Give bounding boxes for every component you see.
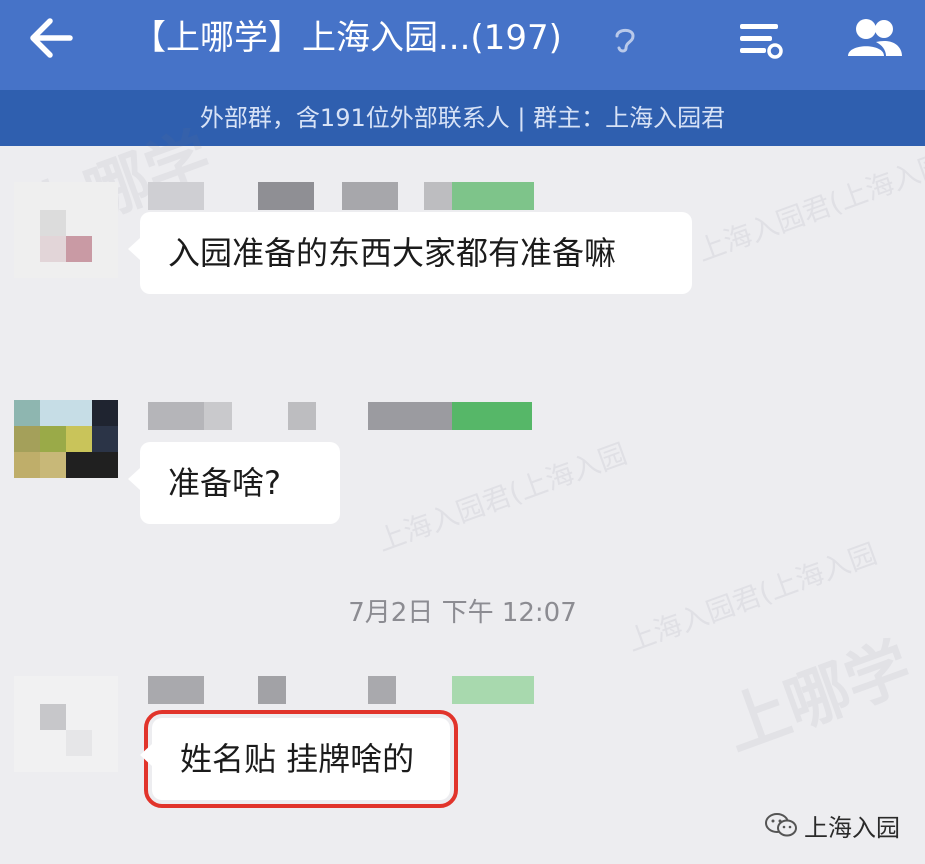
- back-arrow-icon: [30, 18, 73, 58]
- message-timestamp: 7月2日 下午 12:07: [348, 598, 577, 628]
- group-info-banner[interactable]: 外部群，含191位外部联系人 | 群主：上海入园君: [0, 90, 925, 146]
- chat-settings-icon: [740, 24, 783, 59]
- avatar[interactable]: [14, 182, 118, 278]
- avatar[interactable]: [14, 676, 118, 772]
- avatar[interactable]: [14, 400, 118, 496]
- message-bubble[interactable]: 入园准备的东西大家都有准备嘛: [128, 212, 692, 294]
- group-members-button[interactable]: [844, 12, 906, 64]
- back-button[interactable]: [22, 10, 78, 66]
- group-title: 【上哪学】上海入园...(197): [132, 18, 562, 58]
- wechat-icon: [765, 813, 797, 837]
- chat-area[interactable]: 上哪学 上海入园君(上海入园 上海入园君(上海入园 上海入园君(上海入园 上哪学…: [0, 120, 925, 864]
- watermark: 上海入园君(上海入园: [372, 436, 632, 558]
- watermark: 上海入园君(上海入园: [692, 146, 925, 268]
- source-tag: 上海入园: [764, 808, 900, 842]
- chat-settings-button[interactable]: [734, 12, 786, 64]
- source-label: 上海入园: [804, 813, 900, 842]
- group-members-icon: [848, 19, 902, 56]
- chat-header: 【上哪学】上海入园...(197): [0, 0, 925, 90]
- watermark: 上哪学: [715, 630, 921, 766]
- message-bubble[interactable]: 准备啥?: [128, 442, 340, 524]
- message-bubble[interactable]: 姓名贴 挂牌啥的: [140, 710, 458, 808]
- ear-icon: [615, 28, 635, 53]
